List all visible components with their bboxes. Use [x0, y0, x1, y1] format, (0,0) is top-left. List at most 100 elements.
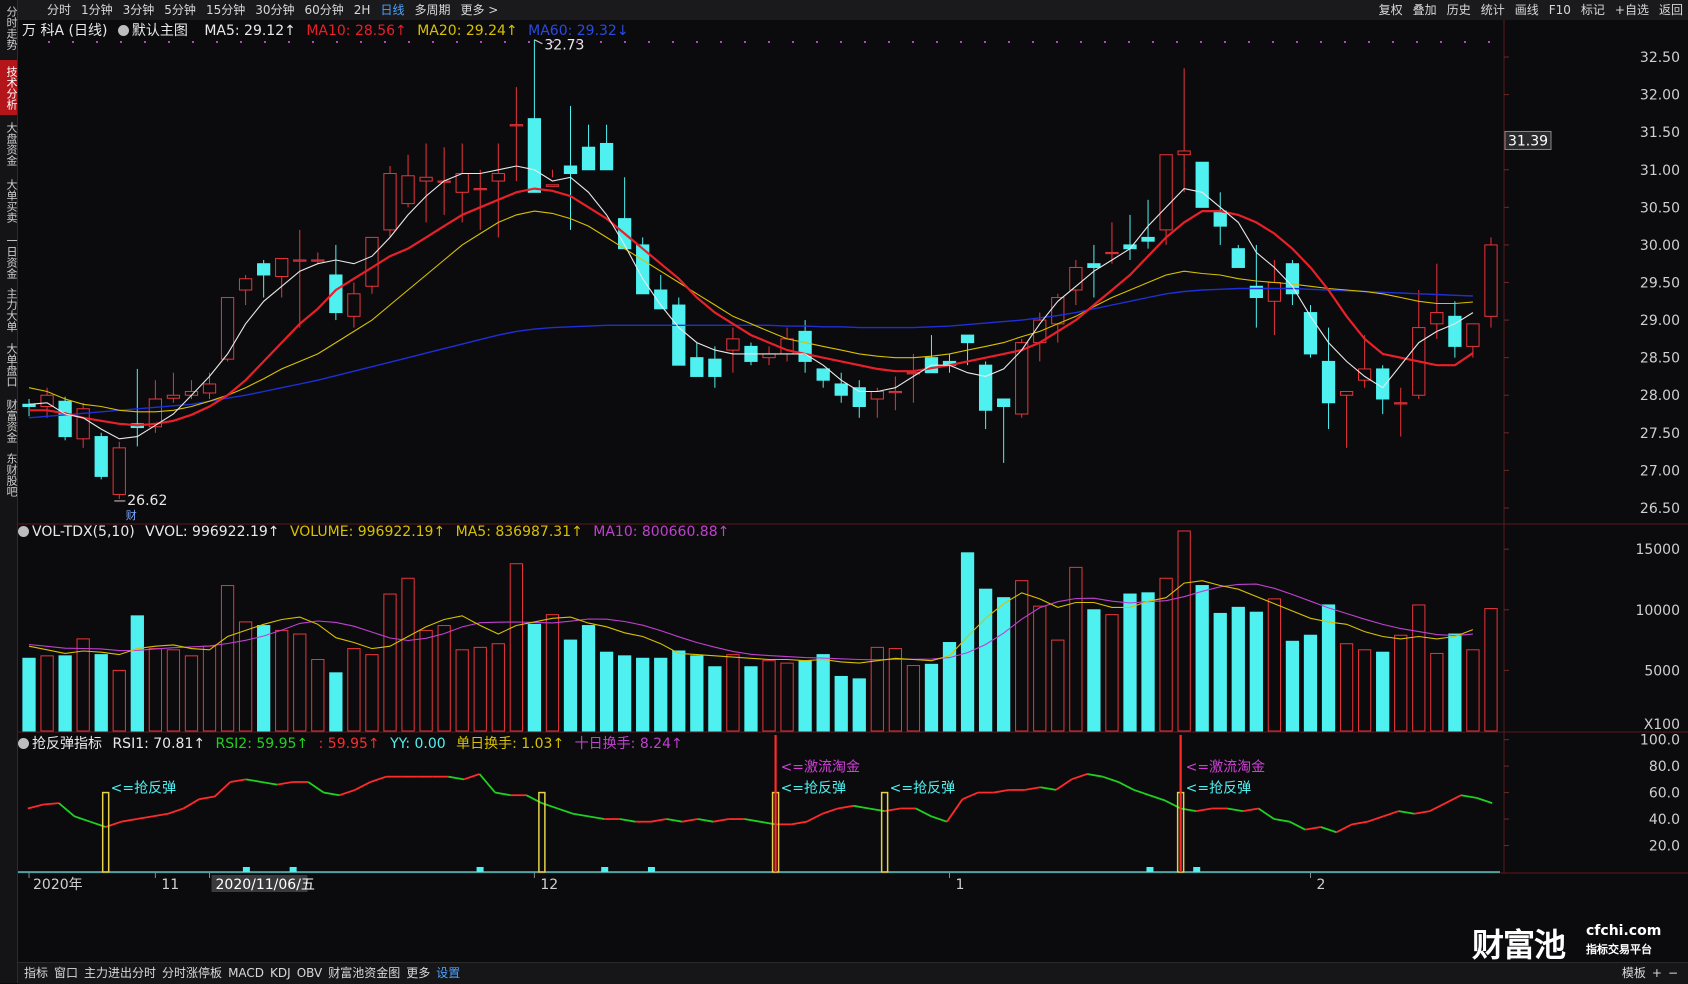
signal-label-2: <=抢反弹	[781, 780, 846, 797]
period-tab-6[interactable]: 60分钟	[300, 0, 349, 20]
tool-tab-7[interactable]: +自选	[1610, 0, 1654, 20]
template-control-2[interactable]: −	[1665, 963, 1681, 983]
x-label-5: 2	[1316, 877, 1325, 893]
top-dot	[912, 41, 914, 43]
period-tab-0[interactable]: 分时	[42, 0, 76, 20]
top-dot	[408, 41, 410, 43]
top-dot	[1464, 41, 1466, 43]
indicator-tabs: 指标 窗口 主力进出分时 分时涨停板 MACD KDJ OBV 财富池资金图 更多 设置	[18, 963, 466, 983]
bottom-tab-0[interactable]: 指标	[21, 963, 51, 983]
bottom-tab-9[interactable]: 设置	[433, 963, 463, 983]
period-tab-8[interactable]: 日线	[375, 0, 409, 20]
top-dot	[1200, 41, 1202, 43]
left-tab-7[interactable]: 财富资金	[0, 394, 18, 448]
left-tab-0[interactable]: 分时走势	[0, 0, 18, 56]
volume-bar-42	[780, 662, 794, 732]
main-chart-label: 默认主图	[131, 23, 188, 39]
tool-tab-0[interactable]: 复权	[1374, 0, 1408, 20]
top-dot	[120, 41, 122, 43]
bottom-tab-6[interactable]: OBV	[294, 963, 326, 983]
left-tab-6[interactable]: 大单盘口	[0, 338, 18, 392]
volume-bar-23	[437, 625, 451, 732]
bottom-tab-1[interactable]: 窗口	[51, 963, 81, 983]
volume-bar-61	[1123, 593, 1137, 732]
volume-bar-38	[708, 666, 722, 732]
rsi1-value: RSI1: 70.81↑	[112, 736, 206, 752]
template-control-1[interactable]: +	[1649, 963, 1665, 983]
volume-bar-16	[311, 658, 325, 732]
volume-bar-71	[1303, 634, 1318, 732]
tool-tab-4[interactable]: 画线	[1510, 0, 1544, 20]
bottom-marker-2	[476, 867, 484, 872]
chevron-down-icon	[117, 25, 129, 36]
top-dot	[1224, 41, 1226, 43]
bottom-tab-3[interactable]: 分时涨停板	[159, 963, 225, 983]
vol-tick-label: 15000	[1635, 542, 1680, 558]
top-dot	[864, 41, 866, 43]
period-tab-1[interactable]: 1分钟	[76, 0, 118, 20]
candle-body-55	[1015, 342, 1029, 415]
volume-bar-31	[581, 625, 596, 732]
bottom-tab-5[interactable]: KDJ	[267, 963, 294, 983]
left-tab-8[interactable]: 东财股吧	[0, 450, 18, 500]
left-tab-3[interactable]: 大单买卖	[0, 172, 18, 230]
kline-chart[interactable]: 26.50 27.00 27.50 28.00 28.50 29.00 29.50 30.00…	[18, 20, 1688, 962]
x-label-4: 1	[956, 877, 965, 893]
template-control-0[interactable]: 模板	[1619, 963, 1649, 983]
period-tab-7[interactable]: 2H	[349, 0, 376, 20]
period-tab-4[interactable]: 15分钟	[201, 0, 250, 20]
volume-bar-64	[1177, 530, 1191, 732]
candle-body-29	[545, 184, 560, 187]
chevron-down-icon[interactable]	[18, 526, 29, 537]
stock-name: 万 科A (日线)	[22, 23, 108, 39]
period-tab-9[interactable]: 多周期	[409, 0, 455, 20]
left-tab-5[interactable]: 主力大单	[0, 285, 18, 335]
tool-tab-8[interactable]: 返回	[1654, 0, 1688, 20]
bottom-tab-2[interactable]: 主力进出分时	[81, 963, 159, 983]
period-tab-10[interactable]: 更多 >	[455, 0, 503, 20]
left-tab-1[interactable]: 技术分析	[0, 60, 18, 115]
volume-bar-76	[1394, 634, 1408, 732]
volume-bar-4	[94, 654, 108, 732]
candle-body-32	[599, 142, 614, 171]
volume-bar-21	[401, 577, 415, 732]
candle-body-66	[1213, 210, 1227, 227]
volume-bar-59	[1087, 609, 1101, 732]
bottom-tab-7[interactable]: 财富池资金图	[325, 963, 403, 983]
period-tab-5[interactable]: 30分钟	[250, 0, 299, 20]
volume-bar-67	[1231, 606, 1245, 732]
candle-body-30	[563, 165, 578, 175]
bottom-tab-8[interactable]: 更多	[403, 963, 433, 983]
volume-bar-3	[76, 638, 90, 732]
top-dot	[1488, 41, 1490, 43]
candle-body-73	[1339, 390, 1354, 396]
main-chart-selector[interactable]: 默认主图	[117, 23, 194, 39]
top-dot	[1368, 41, 1370, 43]
tool-tab-1[interactable]: 叠加	[1408, 0, 1442, 20]
volume-bar-49	[906, 665, 921, 732]
period-tabs: 分时 1分钟 3分钟 5分钟 15分钟 30分钟 60分钟 2H 日线 多周期 更多 >	[42, 0, 503, 20]
ten-day-turnover-value: 十日换手: 8.24↑	[574, 736, 683, 752]
tool-tab-5[interactable]: F10	[1544, 0, 1576, 20]
top-dot	[816, 41, 818, 43]
bottom-tab-4[interactable]: MACD	[225, 963, 267, 983]
candle-body-22	[419, 176, 433, 182]
volume-bar-37	[690, 655, 704, 732]
low-price-label: 26.62	[127, 493, 167, 509]
volume-bar-77	[1412, 604, 1426, 732]
signal-label-5: <=抢反弹	[1186, 780, 1251, 797]
tool-tab-3[interactable]: 统计	[1476, 0, 1510, 20]
tool-tab-2[interactable]: 历史	[1442, 0, 1476, 20]
candle-body-26	[491, 173, 505, 182]
period-tab-3[interactable]: 5分钟	[159, 0, 201, 20]
x-label-1: 11	[161, 877, 179, 893]
top-dot	[1056, 41, 1058, 43]
chevron-down-icon[interactable]	[18, 738, 29, 749]
top-dot	[504, 41, 506, 43]
volume-bar-60	[1105, 614, 1119, 732]
left-tab-4[interactable]: 一日资金	[0, 232, 18, 282]
tool-tab-6[interactable]: 标记	[1576, 0, 1610, 20]
volume-bar-18	[347, 648, 361, 732]
left-tab-2[interactable]: 大盘资金	[0, 117, 18, 170]
period-tab-2[interactable]: 3分钟	[118, 0, 160, 20]
